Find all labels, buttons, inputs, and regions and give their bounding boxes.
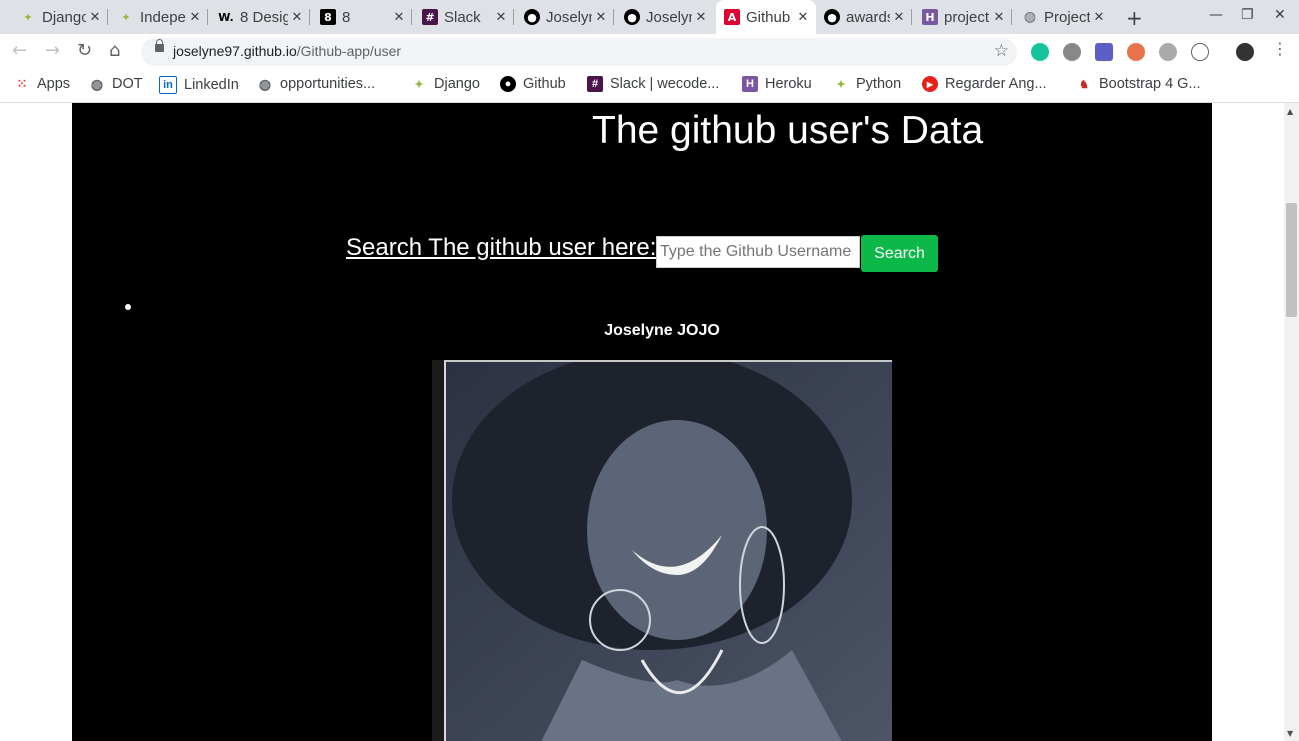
close-icon[interactable]: ✕ — [1090, 10, 1108, 25]
tab-8-design[interactable]: W. 8 Design ✕ — [210, 0, 310, 34]
address-bar[interactable]: joselyne97.github.io/Github-app/user ☆ — [141, 38, 1017, 66]
w-icon: W. — [218, 10, 234, 24]
extension-icon[interactable] — [1159, 43, 1177, 61]
forward-icon[interactable]: → — [45, 40, 60, 61]
close-icon[interactable]: ✕ — [492, 10, 510, 25]
list-bullet — [125, 304, 131, 310]
tab-django[interactable]: ✦ Django ✕ — [12, 0, 108, 34]
bookmark-dot[interactable]: ◍ DOT — [89, 75, 143, 93]
tab-joselyne-2[interactable]: ● Joselyne ✕ — [616, 0, 714, 34]
play-icon: ▶ — [922, 76, 938, 92]
bookmark-slack[interactable]: # Slack | wecode... — [587, 76, 719, 92]
search-label: Search The github user here: — [346, 234, 657, 261]
close-icon[interactable]: ✕ — [86, 10, 104, 25]
bookmark-star-icon[interactable]: ☆ — [994, 41, 1009, 61]
globe-icon: ◍ — [90, 75, 104, 92]
bookmark-github[interactable]: ● Github — [500, 76, 566, 92]
github-icon: ● — [500, 76, 516, 92]
reload-icon[interactable]: ↻ — [77, 40, 92, 61]
user-name: Joselyne JOJO — [604, 322, 720, 339]
extension-badge-icon[interactable] — [1095, 43, 1113, 61]
django-icon: ✦ — [414, 78, 424, 91]
browser-toolbar: ← → ↻ ⌂ joselyne97.github.io/Github-app/… — [0, 34, 1299, 70]
eight-icon: 8 — [320, 9, 336, 25]
search-extension-icon[interactable] — [1127, 43, 1145, 61]
tab-projects[interactable]: ◍ Projects ✕ — [1014, 0, 1112, 34]
lock-icon — [155, 39, 164, 52]
close-icon[interactable]: ✕ — [890, 10, 908, 25]
search-input[interactable] — [656, 236, 860, 268]
portrait-image — [432, 360, 892, 741]
apps-grid-icon: ⁙ — [16, 76, 28, 91]
close-icon[interactable]: ✕ — [990, 10, 1008, 25]
bookmark-opportunities[interactable]: ◍ opportunities... — [257, 75, 375, 93]
scrollbar-thumb[interactable] — [1286, 203, 1297, 317]
tab-8[interactable]: 8 8 ✕ — [312, 0, 412, 34]
close-icon[interactable]: ✕ — [288, 10, 306, 25]
heroku-icon: H — [922, 9, 938, 25]
tab-independent[interactable]: ✦ Independent ✕ — [110, 0, 208, 34]
restore-icon[interactable]: ❐ — [1241, 7, 1254, 23]
tab-awards[interactable]: ● awards ✕ — [816, 0, 912, 34]
grammarly-icon[interactable] — [1031, 43, 1049, 61]
bookmark-heroku[interactable]: H Heroku — [742, 76, 812, 92]
url-text[interactable]: joselyne97.github.io/Github-app/user — [173, 43, 401, 59]
tab-strip: ✦ Django ✕ ✦ Independent ✕ W. 8 Design ✕… — [0, 0, 1299, 34]
heroku-icon: H — [742, 76, 758, 92]
bookmark-bootstrap[interactable]: ♞ Bootstrap 4 G... — [1076, 76, 1201, 92]
search-button[interactable]: Search — [861, 235, 938, 272]
django-icon: ✦ — [836, 78, 846, 91]
page-scrollbar[interactable]: ▲ ▼ — [1284, 103, 1299, 741]
window-close-icon[interactable]: ✕ — [1274, 7, 1286, 23]
avatar[interactable] — [1236, 43, 1254, 61]
user-avatar-photo — [432, 360, 892, 741]
photo-border — [444, 360, 892, 362]
angular-icon: A — [724, 9, 740, 25]
slack-icon: # — [422, 9, 438, 25]
page-viewport: The github user's Data Search The github… — [0, 103, 1284, 741]
globe-icon: ◍ — [258, 75, 272, 92]
bookmark-python[interactable]: ✦ Python — [833, 76, 901, 92]
close-icon[interactable]: ✕ — [692, 10, 710, 25]
slack-icon: # — [587, 76, 603, 92]
page-title: The github user's Data — [592, 109, 984, 152]
globe-icon: ◍ — [1023, 9, 1037, 25]
github-icon: ● — [524, 9, 540, 25]
main-content: The github user's Data Search The github… — [72, 103, 1212, 741]
scroll-down-icon[interactable]: ▼ — [1287, 729, 1293, 738]
bookmark-apps[interactable]: ⁙ Apps — [14, 76, 71, 92]
menu-icon[interactable]: ⋮ — [1272, 39, 1288, 58]
bootstrap-icon: ♞ — [1079, 78, 1089, 91]
bookmark-regarder[interactable]: ▶ Regarder Ang... — [922, 76, 1047, 92]
tab-joselyne-1[interactable]: ● Joselyne ✕ — [516, 0, 614, 34]
close-icon[interactable]: ✕ — [794, 10, 812, 25]
new-tab-icon[interactable]: + — [1126, 6, 1143, 30]
github-icon: ● — [624, 9, 640, 25]
close-icon[interactable]: ✕ — [592, 10, 610, 25]
extension-icon[interactable] — [1063, 43, 1081, 61]
tab-slack[interactable]: # Slack ✕ — [414, 0, 514, 34]
django-icon: ✦ — [23, 10, 33, 24]
github-icon: ● — [824, 9, 840, 25]
django-icon: ✦ — [121, 10, 131, 24]
home-icon[interactable]: ⌂ — [109, 40, 120, 61]
photo-border — [444, 360, 446, 741]
minimize-icon[interactable]: — — [1209, 7, 1223, 23]
extension-icon[interactable] — [1191, 43, 1209, 61]
bookmarks-bar: ⁙ Apps ◍ DOT in LinkedIn ◍ opportunities... … — [0, 70, 1299, 103]
close-icon[interactable]: ✕ — [390, 10, 408, 25]
back-icon[interactable]: ← — [12, 40, 27, 61]
bookmark-django[interactable]: ✦ Django — [411, 76, 480, 92]
bookmark-linkedin[interactable]: in LinkedIn — [159, 76, 239, 94]
scroll-up-icon[interactable]: ▲ — [1287, 107, 1293, 116]
linkedin-icon: in — [159, 76, 177, 94]
tab-project[interactable]: H project ✕ — [914, 0, 1012, 34]
tab-github-active[interactable]: A Github ✕ — [716, 0, 816, 34]
close-icon[interactable]: ✕ — [186, 10, 204, 25]
